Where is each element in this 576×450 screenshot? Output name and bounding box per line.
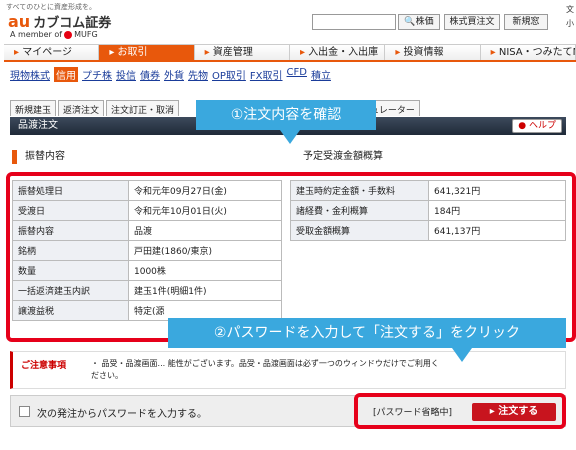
tab-repay[interactable]: 返済注文: [58, 100, 105, 116]
callout-step1: ①注文内容を確認: [196, 100, 376, 130]
mufg-badge: A member of MUFG: [10, 30, 98, 39]
tab-new-position[interactable]: 新規建玉: [10, 100, 57, 116]
nav-assets[interactable]: 資産管理: [194, 45, 290, 60]
subnav-petit[interactable]: プチ株: [82, 67, 112, 82]
text-size-label: 文: [566, 5, 574, 14]
nav-deposit[interactable]: 入出金・入出庫: [289, 45, 386, 60]
help-icon: ●: [518, 121, 527, 131]
subnav-fund[interactable]: 投信: [116, 67, 136, 82]
subnav-bond[interactable]: 債券: [140, 67, 160, 82]
subnav-foreign[interactable]: 外貨: [164, 67, 184, 82]
callout-step2-arrow: [452, 348, 472, 362]
notice-box: ご注意事項 ・ 品受・品渡画面... 能性がございます。品受・品渡画面は必ず一つ…: [10, 351, 566, 389]
subnav-futures[interactable]: 先物: [188, 67, 208, 82]
callout-step1-arrow: [280, 130, 300, 144]
confirm-highlight: [6, 172, 576, 342]
page-title: 品渡注文: [18, 120, 58, 131]
search-input[interactable]: [312, 14, 396, 30]
sub-nav: 現物株式 信用 プチ株 投信 債券 外貨 先物 OP取引 FX取引 CFD 積立: [10, 67, 331, 82]
section-title-right: 予定受渡金額概算: [290, 150, 383, 164]
main-nav: マイページ お取引 資産管理 入出金・入出庫 投資情報 NISA・つみたてNIS…: [4, 44, 576, 62]
text-size-small[interactable]: 小: [566, 18, 574, 29]
section-title-left: 振替内容: [12, 150, 65, 164]
subnav-margin[interactable]: 信用: [54, 67, 78, 82]
nav-info[interactable]: 投資情報: [385, 45, 481, 60]
logo[interactable]: au カブコム証券: [8, 12, 111, 31]
help-button[interactable]: ● ヘルプ: [512, 119, 562, 133]
order-highlight: [354, 393, 566, 429]
new-window-button[interactable]: 新規窓: [504, 14, 548, 30]
nav-nisa[interactable]: NISA・つみたてNISA: [480, 45, 576, 60]
stock-price-button[interactable]: 🔍株価: [398, 14, 440, 30]
logo-main: au: [8, 12, 31, 31]
subnav-options[interactable]: OP取引: [212, 67, 246, 82]
tab-modify[interactable]: 注文訂正・取消: [106, 100, 180, 116]
logo-rest: カブコム証券: [33, 16, 112, 31]
subnav-spot[interactable]: 現物株式: [10, 67, 50, 82]
notice-text: ・ 品受・品渡画面... 能性がございます。品受・品渡画面は必ず一つのウィンドウ…: [91, 359, 439, 380]
subnav-fx[interactable]: FX取引: [250, 67, 283, 82]
callout-step2: ②パスワードを入力して「注文する」をクリック: [168, 318, 566, 348]
password-checkbox[interactable]: [19, 406, 30, 417]
tagline: すべてのひとに資産形成を。: [6, 3, 97, 11]
nav-mypage[interactable]: マイページ: [4, 45, 100, 60]
password-checkbox-label[interactable]: 次の発注からパスワードを入力する。: [37, 405, 207, 420]
notice-label: ご注意事項: [21, 361, 67, 371]
stock-order-button[interactable]: 株式買注文: [444, 14, 500, 30]
subnav-cfd[interactable]: CFD: [287, 67, 307, 82]
search-icon: 🔍: [404, 17, 416, 27]
nav-trade[interactable]: お取引: [99, 45, 195, 60]
subnav-savings[interactable]: 積立: [311, 67, 331, 82]
mufg-icon: [64, 30, 73, 39]
